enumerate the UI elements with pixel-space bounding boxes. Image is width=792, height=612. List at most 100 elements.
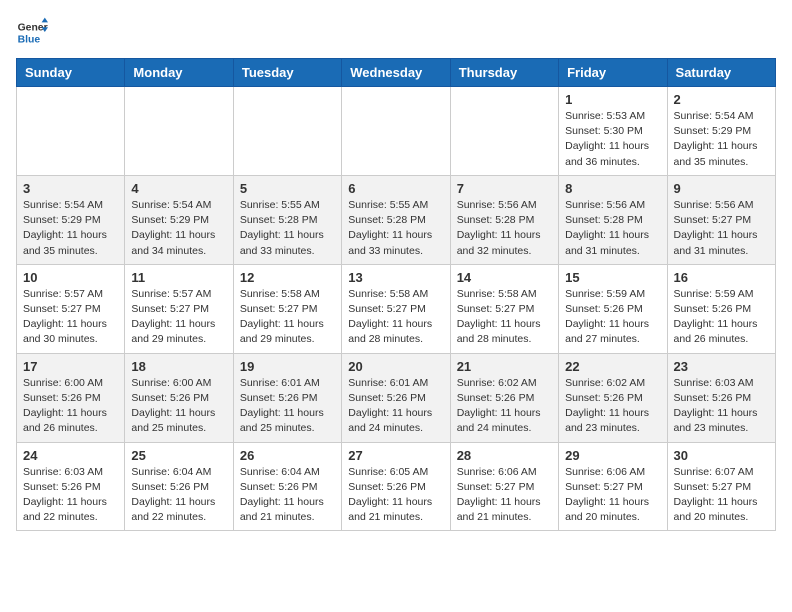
day-info: Sunrise: 5:56 AM Sunset: 5:28 PM Dayligh… bbox=[457, 198, 552, 259]
day-number: 4 bbox=[131, 181, 226, 196]
day-number: 26 bbox=[240, 448, 335, 463]
calendar-cell: 29 Sunrise: 6:06 AM Sunset: 5:27 PM Dayli… bbox=[559, 442, 667, 531]
week-row-3: 10 Sunrise: 5:57 AM Sunset: 5:27 PM Dayli… bbox=[17, 264, 776, 353]
weekday-header-saturday: Saturday bbox=[667, 59, 775, 87]
logo: General Blue bbox=[16, 16, 48, 48]
calendar-cell: 13 Sunrise: 5:58 AM Sunset: 5:27 PM Dayli… bbox=[342, 264, 450, 353]
day-number: 13 bbox=[348, 270, 443, 285]
calendar-cell: 20 Sunrise: 6:01 AM Sunset: 5:26 PM Dayli… bbox=[342, 353, 450, 442]
calendar-cell: 12 Sunrise: 5:58 AM Sunset: 5:27 PM Dayli… bbox=[233, 264, 341, 353]
day-info: Sunrise: 5:58 AM Sunset: 5:27 PM Dayligh… bbox=[348, 287, 443, 348]
day-info: Sunrise: 5:55 AM Sunset: 5:28 PM Dayligh… bbox=[240, 198, 335, 259]
page-header: General Blue bbox=[16, 16, 776, 48]
day-number: 30 bbox=[674, 448, 769, 463]
weekday-header-monday: Monday bbox=[125, 59, 233, 87]
calendar-cell: 17 Sunrise: 6:00 AM Sunset: 5:26 PM Dayli… bbox=[17, 353, 125, 442]
day-info: Sunrise: 5:54 AM Sunset: 5:29 PM Dayligh… bbox=[23, 198, 118, 259]
calendar-cell: 23 Sunrise: 6:03 AM Sunset: 5:26 PM Dayli… bbox=[667, 353, 775, 442]
day-number: 3 bbox=[23, 181, 118, 196]
logo-icon: General Blue bbox=[16, 16, 48, 48]
day-info: Sunrise: 6:06 AM Sunset: 5:27 PM Dayligh… bbox=[565, 465, 660, 526]
week-row-1: 1 Sunrise: 5:53 AM Sunset: 5:30 PM Daylig… bbox=[17, 87, 776, 176]
day-number: 27 bbox=[348, 448, 443, 463]
day-info: Sunrise: 6:00 AM Sunset: 5:26 PM Dayligh… bbox=[23, 376, 118, 437]
day-number: 24 bbox=[23, 448, 118, 463]
day-number: 14 bbox=[457, 270, 552, 285]
calendar-cell: 19Sunrise: 6:01 AM Sunset: 5:26 PM Dayli… bbox=[233, 353, 341, 442]
day-number: 18 bbox=[131, 359, 226, 374]
day-number: 23 bbox=[674, 359, 769, 374]
day-info: Sunrise: 5:57 AM Sunset: 5:27 PM Dayligh… bbox=[23, 287, 118, 348]
day-info: Sunrise: 6:01 AM Sunset: 5:26 PM Dayligh… bbox=[348, 376, 443, 437]
day-info: Sunrise: 6:02 AM Sunset: 5:26 PM Dayligh… bbox=[457, 376, 552, 437]
calendar-cell: 14 Sunrise: 5:58 AM Sunset: 5:27 PM Dayli… bbox=[450, 264, 558, 353]
day-info: Sunrise: 5:53 AM Sunset: 5:30 PM Dayligh… bbox=[565, 109, 660, 170]
calendar-cell: 24 Sunrise: 6:03 AM Sunset: 5:26 PM Dayli… bbox=[17, 442, 125, 531]
day-info: Sunrise: 5:54 AM Sunset: 5:29 PM Dayligh… bbox=[131, 198, 226, 259]
calendar-table: SundayMondayTuesdayWednesdayThursdayFrid… bbox=[16, 58, 776, 531]
day-number: 21 bbox=[457, 359, 552, 374]
day-number: 17 bbox=[23, 359, 118, 374]
calendar-cell: 30 Sunrise: 6:07 AM Sunset: 5:27 PM Dayli… bbox=[667, 442, 775, 531]
day-number: 19 bbox=[240, 359, 335, 374]
day-info: Sunrise: 5:59 AM Sunset: 5:26 PM Dayligh… bbox=[674, 287, 769, 348]
calendar-cell: 21 Sunrise: 6:02 AM Sunset: 5:26 PM Dayli… bbox=[450, 353, 558, 442]
calendar-cell bbox=[233, 87, 341, 176]
calendar-cell: 1 Sunrise: 5:53 AM Sunset: 5:30 PM Daylig… bbox=[559, 87, 667, 176]
day-info: Sunrise: 5:56 AM Sunset: 5:27 PM Dayligh… bbox=[674, 198, 769, 259]
day-number: 29 bbox=[565, 448, 660, 463]
weekday-header-sunday: Sunday bbox=[17, 59, 125, 87]
day-number: 2 bbox=[674, 92, 769, 107]
day-number: 11 bbox=[131, 270, 226, 285]
day-number: 6 bbox=[348, 181, 443, 196]
calendar-cell: 2Sunrise: 5:54 AM Sunset: 5:29 PM Daylig… bbox=[667, 87, 775, 176]
calendar-cell: 10 Sunrise: 5:57 AM Sunset: 5:27 PM Dayli… bbox=[17, 264, 125, 353]
day-number: 22 bbox=[565, 359, 660, 374]
day-number: 28 bbox=[457, 448, 552, 463]
day-info: Sunrise: 5:56 AM Sunset: 5:28 PM Dayligh… bbox=[565, 198, 660, 259]
day-number: 15 bbox=[565, 270, 660, 285]
calendar-cell: 4 Sunrise: 5:54 AM Sunset: 5:29 PM Daylig… bbox=[125, 175, 233, 264]
calendar-cell: 7Sunrise: 5:56 AM Sunset: 5:28 PM Daylig… bbox=[450, 175, 558, 264]
day-info: Sunrise: 6:00 AM Sunset: 5:26 PM Dayligh… bbox=[131, 376, 226, 437]
calendar-cell: 16Sunrise: 5:59 AM Sunset: 5:26 PM Dayli… bbox=[667, 264, 775, 353]
day-info: Sunrise: 6:02 AM Sunset: 5:26 PM Dayligh… bbox=[565, 376, 660, 437]
day-number: 1 bbox=[565, 92, 660, 107]
day-info: Sunrise: 6:07 AM Sunset: 5:27 PM Dayligh… bbox=[674, 465, 769, 526]
calendar-cell: 6 Sunrise: 5:55 AM Sunset: 5:28 PM Daylig… bbox=[342, 175, 450, 264]
day-number: 5 bbox=[240, 181, 335, 196]
day-number: 25 bbox=[131, 448, 226, 463]
calendar-cell: 9Sunrise: 5:56 AM Sunset: 5:27 PM Daylig… bbox=[667, 175, 775, 264]
day-number: 20 bbox=[348, 359, 443, 374]
week-row-4: 17 Sunrise: 6:00 AM Sunset: 5:26 PM Dayli… bbox=[17, 353, 776, 442]
svg-text:Blue: Blue bbox=[18, 34, 41, 45]
calendar-cell bbox=[342, 87, 450, 176]
day-info: Sunrise: 6:04 AM Sunset: 5:26 PM Dayligh… bbox=[131, 465, 226, 526]
day-info: Sunrise: 5:58 AM Sunset: 5:27 PM Dayligh… bbox=[457, 287, 552, 348]
weekday-header-row: SundayMondayTuesdayWednesdayThursdayFrid… bbox=[17, 59, 776, 87]
day-info: Sunrise: 5:55 AM Sunset: 5:28 PM Dayligh… bbox=[348, 198, 443, 259]
day-info: Sunrise: 6:06 AM Sunset: 5:27 PM Dayligh… bbox=[457, 465, 552, 526]
day-number: 12 bbox=[240, 270, 335, 285]
day-info: Sunrise: 6:04 AM Sunset: 5:26 PM Dayligh… bbox=[240, 465, 335, 526]
calendar-cell: 22 Sunrise: 6:02 AM Sunset: 5:26 PM Dayli… bbox=[559, 353, 667, 442]
day-info: Sunrise: 5:58 AM Sunset: 5:27 PM Dayligh… bbox=[240, 287, 335, 348]
day-number: 10 bbox=[23, 270, 118, 285]
calendar-cell: 18 Sunrise: 6:00 AM Sunset: 5:26 PM Dayli… bbox=[125, 353, 233, 442]
weekday-header-wednesday: Wednesday bbox=[342, 59, 450, 87]
week-row-5: 24 Sunrise: 6:03 AM Sunset: 5:26 PM Dayli… bbox=[17, 442, 776, 531]
calendar-cell bbox=[450, 87, 558, 176]
calendar-cell: 11Sunrise: 5:57 AM Sunset: 5:27 PM Dayli… bbox=[125, 264, 233, 353]
calendar-cell: 26 Sunrise: 6:04 AM Sunset: 5:26 PM Dayli… bbox=[233, 442, 341, 531]
calendar-cell: 27 Sunrise: 6:05 AM Sunset: 5:26 PM Dayli… bbox=[342, 442, 450, 531]
calendar-cell: 15Sunrise: 5:59 AM Sunset: 5:26 PM Dayli… bbox=[559, 264, 667, 353]
calendar-cell: 5 Sunrise: 5:55 AM Sunset: 5:28 PM Daylig… bbox=[233, 175, 341, 264]
day-info: Sunrise: 6:03 AM Sunset: 5:26 PM Dayligh… bbox=[674, 376, 769, 437]
calendar-cell bbox=[125, 87, 233, 176]
calendar-cell: 28 Sunrise: 6:06 AM Sunset: 5:27 PM Dayli… bbox=[450, 442, 558, 531]
day-info: Sunrise: 6:03 AM Sunset: 5:26 PM Dayligh… bbox=[23, 465, 118, 526]
weekday-header-tuesday: Tuesday bbox=[233, 59, 341, 87]
day-info: Sunrise: 6:05 AM Sunset: 5:26 PM Dayligh… bbox=[348, 465, 443, 526]
weekday-header-friday: Friday bbox=[559, 59, 667, 87]
week-row-2: 3 Sunrise: 5:54 AM Sunset: 5:29 PM Daylig… bbox=[17, 175, 776, 264]
